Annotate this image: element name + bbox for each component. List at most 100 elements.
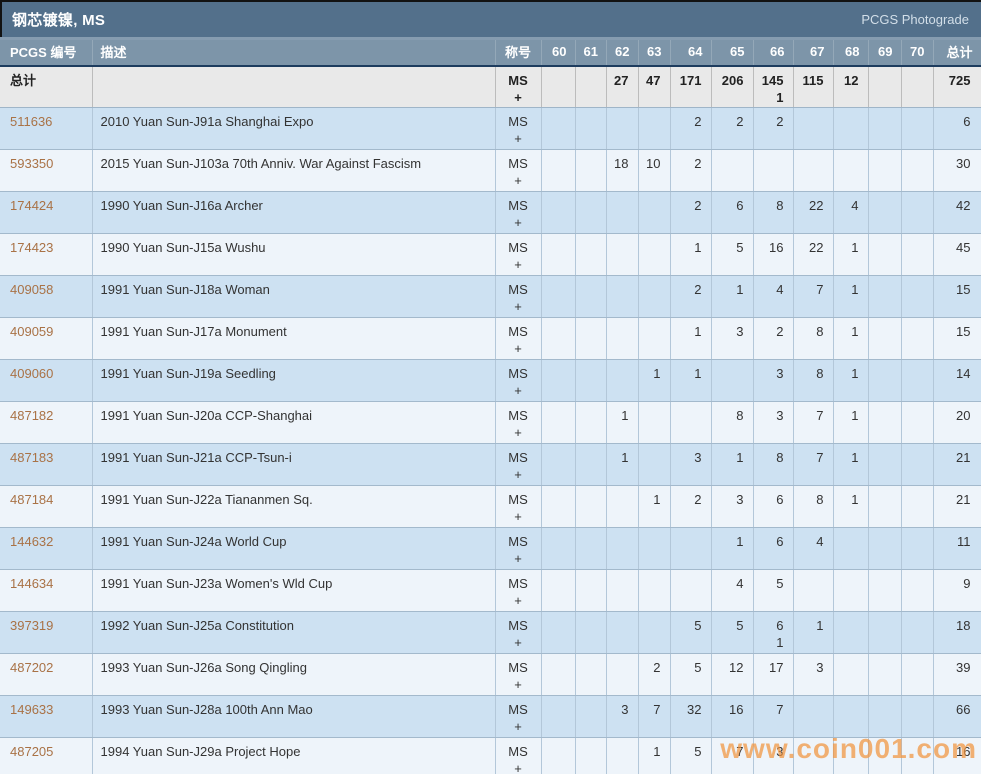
grade-cell — [868, 443, 901, 485]
grade-cell — [575, 695, 606, 737]
col-header-pcgs-number: PCGS 编号 — [0, 40, 92, 66]
grade-cell — [638, 569, 670, 611]
col-header-grade-66: 66 — [753, 40, 793, 66]
description: 2015 Yuan Sun-J103a 70th Anniv. War Agai… — [92, 149, 495, 191]
grade-cell: 16 — [753, 233, 793, 275]
designation-plus: + — [498, 592, 539, 609]
grade-cell — [606, 233, 638, 275]
grade-cell: 1 — [711, 443, 753, 485]
title-bar: 钢芯镀镍, MS PCGS Photograde — [0, 0, 981, 37]
pcgs-number[interactable]: 397319 — [0, 611, 92, 653]
grade-cell — [793, 107, 833, 149]
pcgs-number[interactable]: 144634 — [0, 569, 92, 611]
pcgs-number[interactable]: 409059 — [0, 317, 92, 359]
grade-cell: 5 — [670, 653, 711, 695]
grade-cell — [670, 569, 711, 611]
pcgs-number[interactable]: 144632 — [0, 527, 92, 569]
grade-cell: 6 — [753, 527, 793, 569]
grade-count: 1 — [834, 281, 859, 298]
grade-cell: 61 — [753, 611, 793, 653]
grade-cell — [575, 359, 606, 401]
table-row: 487184 1991 Yuan Sun-J22a Tiananmen Sq. … — [0, 485, 981, 527]
photograde-link[interactable]: PCGS Photograde — [861, 12, 969, 27]
grade-cell — [606, 737, 638, 774]
grade-cell: 18 — [606, 149, 638, 191]
table-row: 487202 1993 Yuan Sun-J26a Song Qingling … — [0, 653, 981, 695]
designation-ms: MS — [498, 701, 539, 718]
grade-cell: 5 — [670, 611, 711, 653]
grade-count: 3 — [754, 365, 784, 382]
grade-count: 145 — [754, 72, 784, 89]
designation: MS + — [495, 569, 541, 611]
designation: MS + — [495, 66, 541, 107]
row-total: 20 — [933, 401, 981, 443]
table-row: 总计 MS + 27 47 171 206 1451 115 12 725 — [0, 66, 981, 107]
designation-plus: + — [498, 382, 539, 399]
grade-count: 6 — [754, 491, 784, 508]
grade-count: 8 — [794, 323, 824, 340]
grade-count: 1 — [794, 617, 824, 634]
grade-cell: 3 — [711, 485, 753, 527]
grade-count: 1 — [671, 323, 702, 340]
pcgs-number[interactable]: 409060 — [0, 359, 92, 401]
grade-cell — [638, 443, 670, 485]
grade-cell — [833, 695, 868, 737]
grade-cell: 2 — [670, 149, 711, 191]
grade-count: 1 — [834, 491, 859, 508]
grade-count: 6 — [754, 533, 784, 550]
grade-count: 1 — [671, 239, 702, 256]
grade-cell — [638, 233, 670, 275]
description: 1991 Yuan Sun-J23a Women's Wld Cup — [92, 569, 495, 611]
grade-cell — [868, 569, 901, 611]
grade-cell: 7 — [638, 695, 670, 737]
grade-cell — [575, 443, 606, 485]
grade-cell — [793, 737, 833, 774]
pcgs-number[interactable]: 487205 — [0, 737, 92, 774]
description: 1990 Yuan Sun-J16a Archer — [92, 191, 495, 233]
grade-count: 5 — [712, 617, 744, 634]
table-row: 487205 1994 Yuan Sun-J29a Project Hope M… — [0, 737, 981, 774]
grade-cell: 2 — [638, 653, 670, 695]
grade-cell: 1 — [833, 233, 868, 275]
designation-ms: MS — [498, 155, 539, 172]
pcgs-number[interactable]: 487202 — [0, 653, 92, 695]
grade-cell — [575, 275, 606, 317]
table-header: PCGS 编号 描述 称号 60 61 62 63 64 65 66 67 68… — [0, 40, 981, 66]
grade-cell — [868, 107, 901, 149]
grade-cell — [638, 401, 670, 443]
grade-cell: 1 — [833, 317, 868, 359]
grade-cell — [901, 191, 933, 233]
grade-cell — [575, 653, 606, 695]
pcgs-number[interactable]: 149633 — [0, 695, 92, 737]
grade-cell — [575, 737, 606, 774]
pcgs-number[interactable]: 487182 — [0, 401, 92, 443]
grade-cell: 1 — [833, 485, 868, 527]
pcgs-number[interactable]: 487183 — [0, 443, 92, 485]
pcgs-number[interactable]: 174423 — [0, 233, 92, 275]
pcgs-number[interactable]: 511636 — [0, 107, 92, 149]
grade-cell: 4 — [711, 569, 753, 611]
grade-cell: 8 — [753, 443, 793, 485]
grade-cell — [541, 527, 575, 569]
description: 1993 Yuan Sun-J26a Song Qingling — [92, 653, 495, 695]
grade-cell — [833, 107, 868, 149]
pcgs-number[interactable]: 409058 — [0, 275, 92, 317]
pcgs-number[interactable]: 174424 — [0, 191, 92, 233]
grade-cell — [606, 611, 638, 653]
grade-cell — [541, 149, 575, 191]
pcgs-number[interactable]: 487184 — [0, 485, 92, 527]
grade-cell — [638, 317, 670, 359]
grade-cell — [575, 149, 606, 191]
grade-cell: 6 — [711, 191, 753, 233]
grade-cell — [868, 317, 901, 359]
grade-cell: 206 — [711, 66, 753, 107]
pcgs-number[interactable]: 593350 — [0, 149, 92, 191]
grade-count: 2 — [671, 281, 702, 298]
grade-cell: 1 — [833, 443, 868, 485]
grade-cell — [541, 107, 575, 149]
grade-count: 3 — [794, 659, 824, 676]
col-header-grade-65: 65 — [711, 40, 753, 66]
grade-cell — [541, 653, 575, 695]
grade-count: 3 — [607, 701, 629, 718]
col-header-description: 描述 — [92, 40, 495, 66]
